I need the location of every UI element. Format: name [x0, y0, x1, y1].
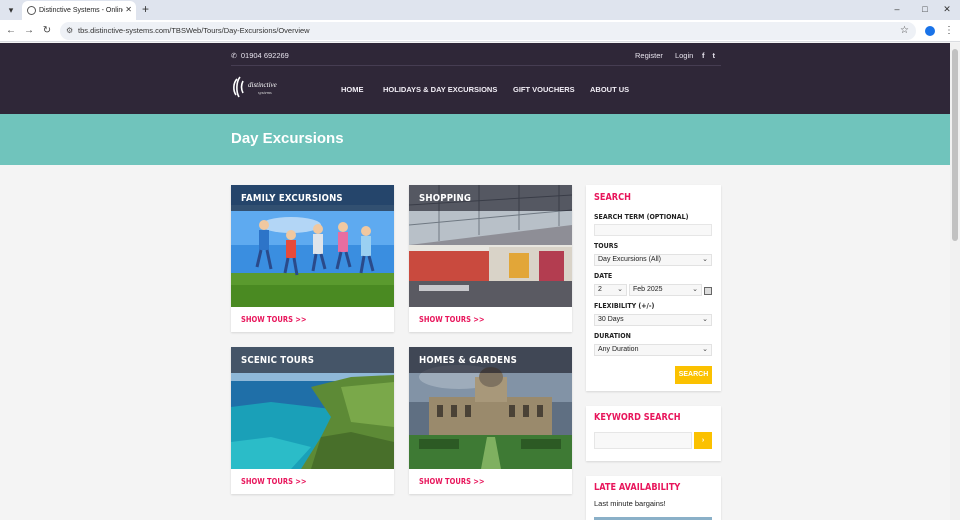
forward-icon[interactable]: →: [22, 24, 36, 38]
search-term-input[interactable]: [594, 224, 712, 236]
chevron-down-icon: ⌄: [692, 286, 698, 293]
twitter-icon[interactable]: t: [713, 51, 716, 60]
bookmark-star-icon[interactable]: ☆: [900, 24, 909, 38]
tab-title: Distinctive Systems - Online bo: [39, 7, 123, 14]
tours-select[interactable]: Day Excursions (All) ⌄: [594, 254, 712, 266]
chevron-down-icon: ⌄: [617, 286, 623, 293]
register-link[interactable]: Register: [635, 51, 663, 60]
tours-label: TOURS: [594, 242, 619, 250]
browser-tab-bar: ▾ Distinctive Systems - Online bo ✕ + – …: [0, 0, 960, 20]
chevron-down-icon: ⌄: [702, 346, 708, 353]
keyword-input[interactable]: [594, 432, 692, 449]
late-availability-panel: LATE AVAILABILITY Last minute bargains!: [586, 476, 721, 520]
calendar-icon[interactable]: [704, 287, 712, 295]
late-availability-text: Last minute bargains!: [594, 499, 666, 508]
scrollbar-thumb[interactable]: [952, 49, 958, 241]
phone-icon: ✆: [231, 53, 237, 60]
family-excursions-image: FAMILY EXCURSIONS: [231, 185, 394, 307]
address-bar[interactable]: ⚙ tbs.distinctive-systems.com/TBSWeb/Tou…: [60, 22, 916, 40]
minimize-icon[interactable]: –: [890, 3, 904, 15]
page-scrollbar[interactable]: [950, 43, 960, 520]
profile-avatar-icon[interactable]: [925, 26, 935, 36]
tours-select-value: Day Excursions (All): [598, 256, 662, 263]
site-info-icon[interactable]: ⚙: [66, 25, 73, 37]
nav-about-us[interactable]: ABOUT US: [590, 84, 629, 95]
tab-search-icon[interactable]: ▾: [4, 3, 18, 17]
search-term-label: SEARCH TERM (OPTIONAL): [594, 213, 689, 221]
search-panel-title: SEARCH: [594, 192, 631, 203]
back-icon[interactable]: ←: [4, 24, 18, 38]
reload-icon[interactable]: ↻: [40, 24, 54, 38]
flexibility-label: FLEXIBILITY (+/-): [594, 302, 655, 310]
flexibility-select[interactable]: 30 Days ⌄: [594, 314, 712, 326]
logo-text: distinctive: [248, 81, 277, 89]
logo-subtext: systems: [258, 90, 272, 95]
card-homes-gardens[interactable]: HOMES & GARDENS SHOW TOURS >>: [409, 347, 572, 494]
homes-gardens-image: HOMES & GARDENS: [409, 347, 572, 469]
login-link[interactable]: Login: [675, 51, 693, 60]
close-tab-icon[interactable]: ✕: [125, 4, 132, 16]
flexibility-value: 30 Days: [598, 316, 624, 323]
chevron-down-icon: ⌄: [702, 316, 708, 323]
date-day-select[interactable]: 2 ⌄: [594, 284, 627, 296]
card-shopping[interactable]: SHOPPING SHOW TOURS >>: [409, 185, 572, 332]
date-month-select[interactable]: Feb 2025 ⌄: [629, 284, 702, 296]
chevron-down-icon: ⌄: [702, 256, 708, 263]
show-tours-link[interactable]: SHOW TOURS >>: [241, 315, 307, 325]
site-header: ✆ 01904 692269 Register Login ft distincti…: [0, 43, 950, 114]
late-availability-title: LATE AVAILABILITY: [594, 482, 681, 493]
date-month-value: Feb 2025: [633, 286, 663, 293]
keyword-go-button[interactable]: ›: [694, 432, 712, 449]
search-panel: SEARCH SEARCH TERM (OPTIONAL) TOURS Day …: [586, 185, 721, 391]
browser-menu-icon[interactable]: ⋮: [944, 24, 954, 38]
duration-label: DURATION: [594, 332, 631, 340]
search-button[interactable]: SEARCH: [675, 366, 712, 384]
duration-select[interactable]: Any Duration ⌄: [594, 344, 712, 356]
date-day-value: 2: [598, 286, 602, 293]
maximize-icon[interactable]: □: [918, 3, 932, 15]
date-label: DATE: [594, 272, 613, 280]
page-title: Day Excursions: [231, 130, 344, 147]
facebook-icon[interactable]: f: [702, 51, 705, 60]
phone-number: ✆ 01904 692269: [231, 50, 289, 62]
shopping-image: SHOPPING: [409, 185, 572, 307]
card-title: SCENIC TOURS: [241, 355, 315, 366]
account-links: Register Login: [635, 50, 705, 61]
show-tours-link[interactable]: SHOW TOURS >>: [419, 477, 485, 487]
header-divider: [231, 65, 721, 66]
show-tours-link[interactable]: SHOW TOURS >>: [419, 315, 485, 325]
card-title: SHOPPING: [419, 193, 472, 204]
social-links: ft: [702, 50, 723, 61]
logo-mark-icon: distinctive systems: [233, 76, 277, 98]
url-text: tbs.distinctive-systems.com/TBSWeb/Tours…: [78, 26, 310, 35]
page-title-band: Day Excursions: [0, 114, 950, 165]
card-family-excursions[interactable]: FAMILY EXCURSIONS SHOW TOURS >>: [231, 185, 394, 332]
show-tours-link[interactable]: SHOW TOURS >>: [241, 477, 307, 487]
new-tab-icon[interactable]: +: [142, 2, 149, 16]
main-content: FAMILY EXCURSIONS SHOW TOURS >> SHOPPING…: [0, 165, 950, 520]
site-logo[interactable]: distinctive systems: [231, 75, 293, 99]
card-title: FAMILY EXCURSIONS: [241, 193, 343, 204]
nav-holidays[interactable]: HOLIDAYS & DAY EXCURSIONS: [383, 84, 497, 95]
scenic-tours-image: SCENIC TOURS: [231, 347, 394, 469]
card-title: HOMES & GARDENS: [419, 355, 517, 366]
keyword-search-panel: KEYWORD SEARCH ›: [586, 406, 721, 461]
window-close-icon[interactable]: ✕: [940, 3, 954, 15]
keyword-search-title: KEYWORD SEARCH: [594, 412, 681, 423]
card-scenic-tours[interactable]: SCENIC TOURS SHOW TOURS >>: [231, 347, 394, 494]
duration-value: Any Duration: [598, 346, 639, 353]
nav-gift-vouchers[interactable]: GIFT VOUCHERS: [513, 84, 575, 95]
nav-home[interactable]: HOME: [341, 84, 364, 95]
browser-tab[interactable]: Distinctive Systems - Online bo ✕: [22, 1, 136, 20]
browser-toolbar: ← → ↻ ⚙ tbs.distinctive-systems.com/TBSW…: [0, 20, 960, 42]
phone-text: 01904 692269: [240, 51, 289, 60]
globe-icon: [27, 6, 36, 15]
